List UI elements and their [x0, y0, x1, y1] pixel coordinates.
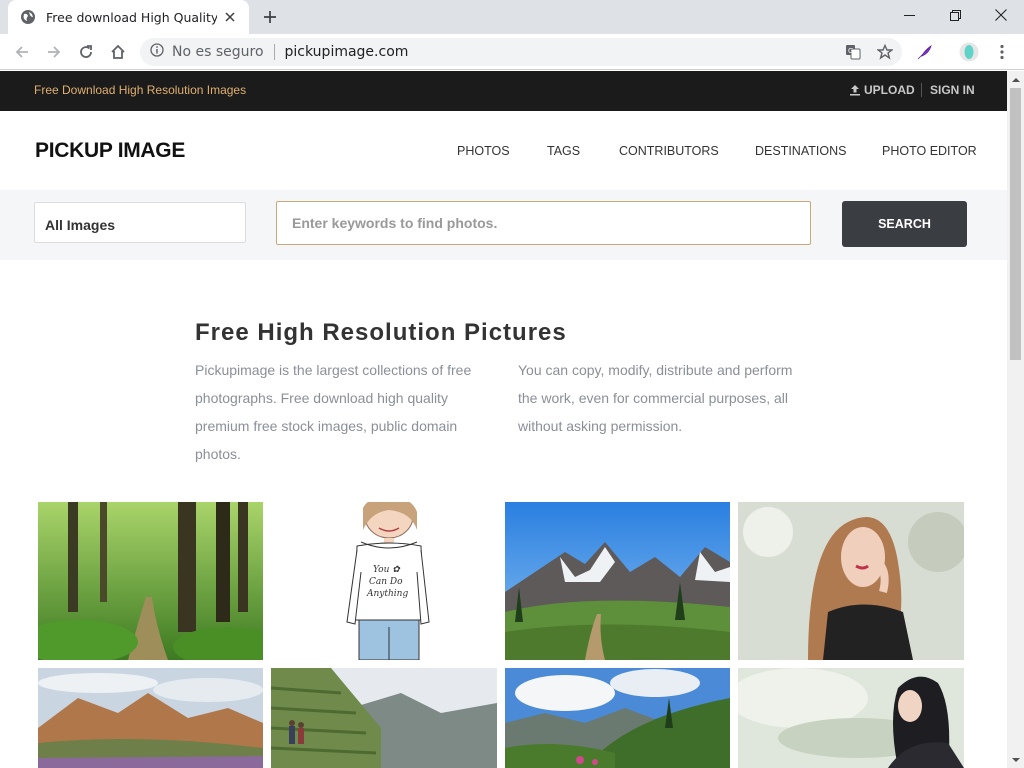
web-page: Free Download High Resolution Images UPL…	[0, 71, 1007, 768]
woman-portrait-photo[interactable]	[738, 502, 964, 660]
site-tagline: Free Download High Resolution Images	[34, 83, 247, 97]
nav-destinations[interactable]: DESTINATIONS	[755, 144, 846, 158]
menu-dots-icon[interactable]	[992, 42, 1012, 62]
upload-icon	[850, 85, 860, 96]
upload-label: UPLOAD	[864, 83, 915, 97]
category-select[interactable]: All Images	[34, 202, 246, 243]
nav-tags[interactable]: TAGS	[547, 144, 580, 158]
home-icon[interactable]	[106, 40, 130, 64]
close-tab-icon[interactable]	[221, 8, 239, 26]
top-strip: Free Download High Resolution Images UPL…	[0, 71, 1007, 111]
profile-avatar-icon[interactable]	[959, 42, 979, 62]
page-scrollbar[interactable]	[1007, 71, 1024, 768]
omnibox[interactable]: No es seguro pickupimage.com	[140, 38, 902, 66]
bookmark-star-icon[interactable]	[875, 42, 895, 62]
mountain-meadow-photo[interactable]	[505, 502, 730, 660]
intro-title: Free High Resolution Pictures	[195, 319, 567, 346]
back-icon[interactable]	[10, 40, 34, 64]
reload-icon[interactable]	[74, 40, 98, 64]
tab-title: Free download High Quality Stoc	[46, 9, 217, 25]
minimize-icon[interactable]	[886, 0, 932, 30]
scrollbar-thumb[interactable]	[1010, 88, 1021, 360]
desert-mountains-photo[interactable]	[38, 668, 263, 768]
forest-path-photo[interactable]	[38, 502, 263, 660]
scroll-up-icon[interactable]	[1007, 71, 1024, 88]
intro-text-right: You can copy, modify, distribute and per…	[518, 362, 793, 434]
close-window-icon[interactable]	[978, 0, 1024, 30]
svg-text:G: G	[848, 47, 853, 55]
translate-icon[interactable]: G	[843, 42, 863, 62]
forward-icon[interactable]	[42, 40, 66, 64]
info-icon[interactable]	[150, 42, 164, 62]
restore-icon[interactable]	[932, 0, 978, 30]
extension-feather-icon[interactable]	[915, 42, 935, 62]
terraces-hikers-photo[interactable]	[271, 668, 497, 768]
girl-illustration-photo[interactable]: You ✿ Can Do Anything	[271, 502, 497, 660]
site-header: PICKUP IMAGE PHOTOS TAGS CONTRIBUTORS DE…	[0, 111, 1007, 190]
site-logo[interactable]: PICKUP IMAGE	[35, 139, 185, 163]
signin-link[interactable]: SIGN IN	[930, 83, 975, 97]
address-toolbar: No es seguro pickupimage.com G	[0, 34, 1024, 70]
strip-divider	[921, 83, 922, 97]
nav-photos[interactable]: PHOTOS	[457, 144, 510, 158]
woman-profile-photo[interactable]	[738, 668, 964, 768]
url-text[interactable]: pickupimage.com	[285, 44, 409, 60]
scroll-down-icon[interactable]	[1007, 751, 1024, 768]
search-button[interactable]: SEARCH	[842, 201, 967, 247]
intro-text-left: Pickupimage is the largest collections o…	[195, 362, 472, 462]
svg-text:Anything: Anything	[366, 589, 408, 599]
search-band: All Images SEARCH	[0, 190, 1007, 260]
security-label: No es seguro	[172, 44, 264, 60]
browser-tab-bar: Free download High Quality Stoc	[0, 0, 1024, 34]
new-tab-icon[interactable]	[259, 6, 281, 28]
omnibox-divider	[273, 44, 275, 60]
illustration-text: You ✿	[373, 565, 401, 575]
search-input[interactable]	[276, 201, 811, 245]
nav-contributors[interactable]: CONTRIBUTORS	[619, 144, 719, 158]
nav-photo-editor[interactable]: PHOTO EDITOR	[882, 144, 977, 158]
alpine-clouds-photo[interactable]	[505, 668, 730, 768]
upload-link[interactable]: UPLOAD	[849, 83, 915, 97]
svg-text:Can Do: Can Do	[369, 577, 403, 587]
globe-icon	[20, 9, 36, 25]
browser-tab[interactable]: Free download High Quality Stoc	[8, 0, 249, 34]
